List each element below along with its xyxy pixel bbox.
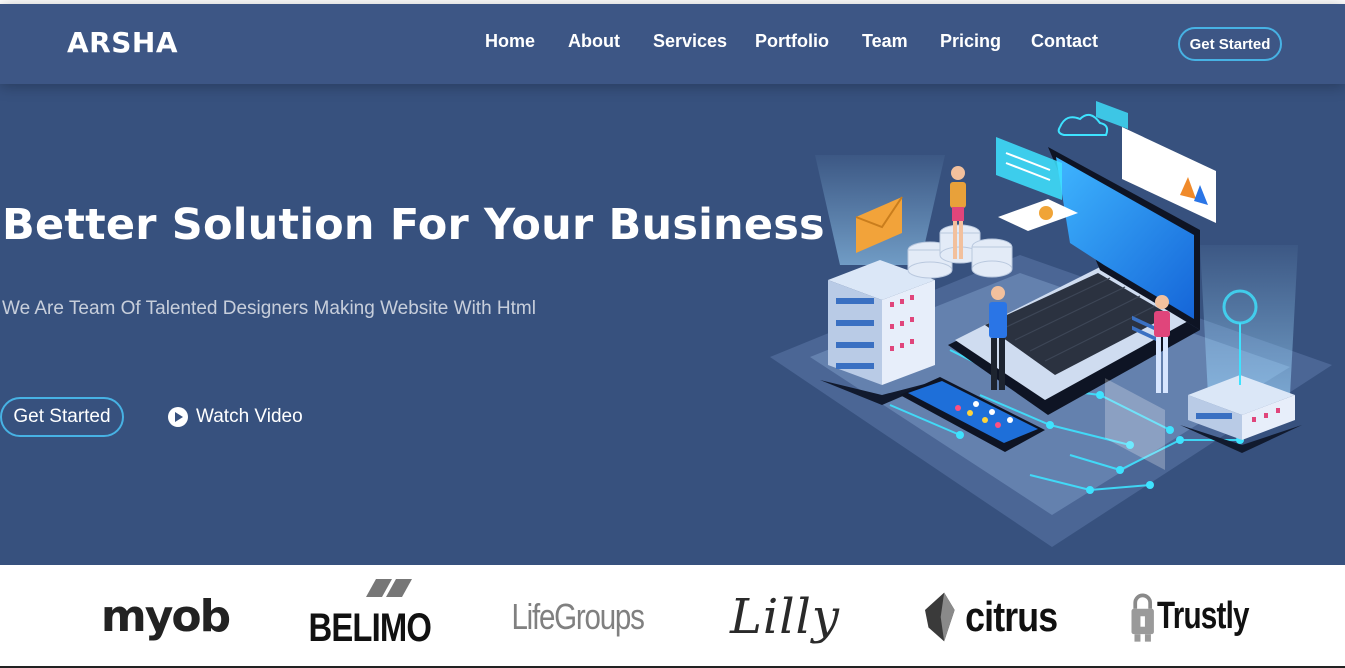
client-logo-myob: myob	[100, 565, 231, 668]
nav-pricing[interactable]: Pricing	[940, 31, 1001, 52]
watch-video-button[interactable]: Watch Video	[168, 403, 303, 431]
client-logo-trustly: Trustly	[1130, 565, 1275, 668]
nav-home[interactable]: Home	[485, 31, 535, 52]
client-logo-text: citrus	[964, 592, 1058, 640]
nav-services[interactable]: Services	[653, 31, 727, 52]
watch-video-label: Watch Video	[196, 406, 303, 427]
play-circle-icon	[168, 407, 188, 427]
hero-title: Better Solution For Your Business	[2, 200, 825, 250]
navbar: ARSHA Home About Services Portfolio Team…	[0, 4, 1345, 84]
client-logo-text: myob	[100, 591, 231, 642]
hero-subtitle: We Are Team Of Talented Designers Making…	[2, 298, 536, 319]
client-logo-text: Trustly	[1157, 595, 1250, 637]
citrus-mark-icon	[925, 592, 955, 641]
padlock-icon	[1131, 593, 1154, 642]
client-logo-lifegroups: LifeGroups	[505, 565, 650, 668]
client-logo-text: BELIMO	[308, 606, 432, 650]
nav-contact[interactable]: Contact	[1031, 31, 1098, 52]
client-logo-lilly: Lilly	[710, 565, 860, 668]
client-logo-citrus: citrus	[925, 565, 1065, 668]
hero-get-started-button[interactable]: Get Started	[0, 397, 124, 437]
site-logo[interactable]: ARSHA	[67, 26, 178, 59]
client-logo-text: LifeGroups	[511, 595, 644, 637]
clients-section: myob BELIMO LifeGroups Lilly citrus Trus…	[0, 565, 1345, 668]
nav-team[interactable]: Team	[862, 31, 908, 52]
client-logo-text: Lilly	[729, 588, 841, 645]
hero-illustration	[770, 101, 1332, 547]
nav-about[interactable]: About	[568, 31, 620, 52]
client-logo-belimo: BELIMO	[300, 565, 440, 668]
nav-get-started-button[interactable]: Get Started	[1178, 27, 1282, 61]
nav-portfolio[interactable]: Portfolio	[755, 31, 829, 52]
